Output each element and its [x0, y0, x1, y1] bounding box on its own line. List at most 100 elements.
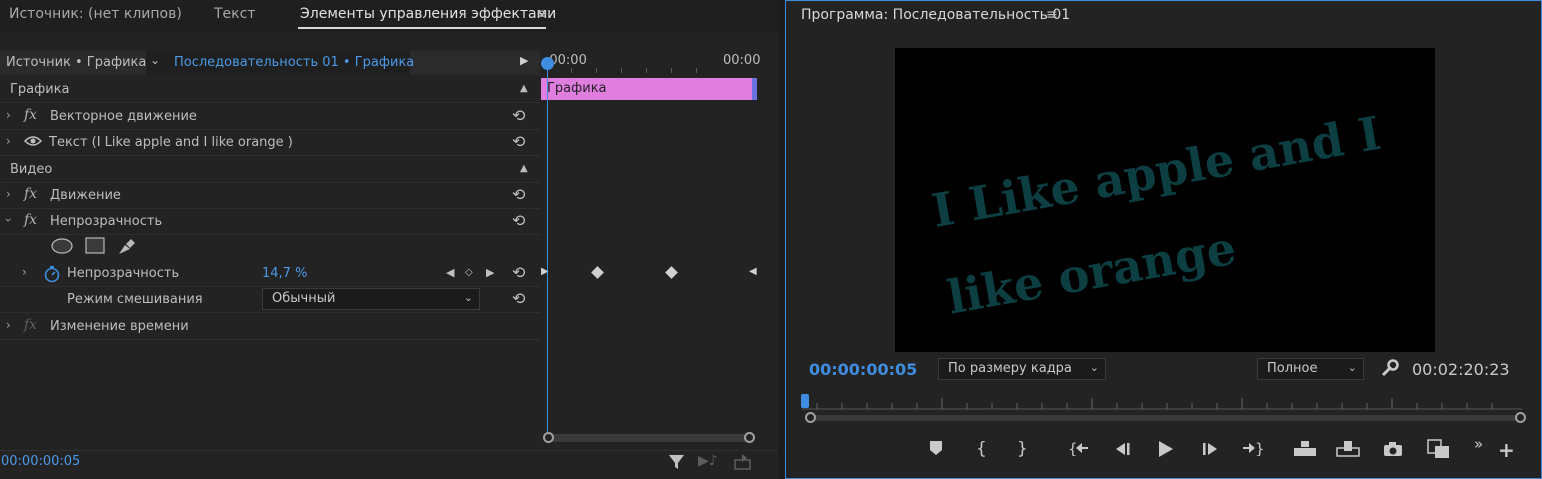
zoom-select-value: По размеру кадра	[948, 361, 1072, 376]
expand-chevron-icon[interactable]: ›	[6, 134, 11, 148]
collapse-caret-icon[interactable]: ▲	[520, 163, 528, 174]
ruler-tick	[671, 68, 672, 73]
playhead-line[interactable]	[547, 61, 548, 439]
scroll-right-handle[interactable]	[1515, 412, 1526, 423]
tab-text[interactable]: Текст	[214, 6, 255, 22]
video-text-overlay: I Like apple and I like orange	[925, 89, 1403, 341]
filter-icon[interactable]	[668, 452, 686, 476]
pen-mask-icon[interactable]	[116, 236, 138, 256]
tab-source[interactable]: Источник: (нет клипов)	[9, 6, 182, 22]
fx-icon[interactable]: fx	[24, 186, 37, 202]
scroll-left-handle[interactable]	[805, 412, 816, 423]
effect-row-text-layer[interactable]: › Текст (I Like apple and I like orange …	[0, 130, 540, 156]
collapse-chevron-icon[interactable]: ›	[1, 218, 15, 223]
video-preview[interactable]: I Like apple and I like orange	[895, 48, 1435, 352]
keyframe-diamond[interactable]	[665, 266, 678, 279]
collapse-caret-icon[interactable]: ▲	[520, 83, 528, 94]
effect-row-time-remap[interactable]: › fx Изменение времени	[0, 314, 540, 340]
eye-icon[interactable]	[23, 134, 43, 152]
ellipse-mask-icon[interactable]	[50, 237, 74, 255]
blend-mode-value: Обычный	[272, 291, 336, 306]
camera-icon[interactable]	[1383, 441, 1403, 461]
fx-icon[interactable]: fx	[24, 107, 37, 123]
time-ruler[interactable]	[802, 398, 1522, 410]
mark-out-icon[interactable]: }	[1017, 439, 1028, 459]
audio-playback-icon[interactable]: ▶♪	[698, 453, 718, 469]
go-to-in-icon[interactable]: {	[1068, 440, 1090, 460]
tab-effect-controls[interactable]: Элементы управления эффектами	[300, 6, 556, 22]
effect-row-motion[interactable]: › fx Движение ⟲	[0, 183, 540, 209]
blend-mode-select[interactable]: Обычный ⌄	[262, 288, 480, 310]
effect-row-vector-motion[interactable]: › fx Векторное движение ⟲	[0, 104, 540, 130]
quality-select[interactable]: Полное ⌄	[1257, 358, 1364, 380]
scroll-right-handle[interactable]	[744, 432, 755, 443]
rectangle-mask-icon[interactable]	[84, 237, 106, 255]
reset-icon[interactable]: ⟲	[512, 132, 525, 151]
reset-icon[interactable]: ⟲	[512, 185, 525, 204]
play-icon[interactable]	[1156, 440, 1174, 462]
program-monitor: Программа: Последовательность 01 ≡ I Lik…	[785, 0, 1542, 479]
expand-chevron-icon[interactable]: ›	[22, 265, 27, 279]
timeline-ruler[interactable]: :00:00 00:00	[541, 51, 760, 75]
panel-menu-icon[interactable]: ≡	[536, 6, 548, 22]
keyframe-end-marker[interactable]: ◀	[749, 266, 757, 277]
effect-timeline[interactable]: :00:00 00:00 Графика ▶ ◀	[541, 51, 760, 451]
more-controls-icon[interactable]: »	[1474, 435, 1483, 453]
panel-footer: 00:00:00:05 ▶♪	[0, 450, 778, 475]
timeline-zoom-scrollbar[interactable]	[545, 434, 755, 442]
step-forward-icon[interactable]	[1201, 441, 1219, 461]
effect-controls-panel: Источник: (нет клипов) Текст Элементы уп…	[0, 0, 778, 479]
ruler-tick	[571, 68, 572, 73]
section-graphics[interactable]: Графика ▲	[0, 77, 540, 103]
next-keyframe-icon[interactable]: ▶	[486, 266, 494, 279]
play-triangle-icon[interactable]: ▶	[520, 54, 528, 67]
expand-chevron-icon[interactable]: ›	[6, 108, 11, 122]
effect-name: Движение	[50, 188, 121, 203]
zoom-select[interactable]: По размеру кадра ⌄	[938, 358, 1106, 380]
monitor-zoom-scrollbar[interactable]	[810, 415, 1520, 421]
effect-name: Текст (I Like apple and I like orange )	[49, 135, 293, 150]
graphic-clip-bar[interactable]: Графика	[541, 78, 757, 100]
reset-icon[interactable]: ⟲	[512, 263, 525, 282]
section-graphics-label: Графика	[10, 82, 70, 97]
effect-row-opacity[interactable]: › fx Непрозрачность ⟲	[0, 209, 540, 235]
fx-icon[interactable]: fx	[24, 317, 37, 333]
chevron-down-icon[interactable]: ⌄	[150, 53, 160, 67]
scroll-left-handle[interactable]	[543, 432, 554, 443]
wrench-icon[interactable]	[1380, 358, 1400, 382]
clip-selector-bar: Источник • Графика ⌄ Последовательность …	[0, 51, 540, 75]
reset-icon[interactable]: ⟲	[512, 289, 525, 308]
opacity-value[interactable]: 14,7 %	[262, 266, 307, 281]
expand-chevron-icon[interactable]: ›	[6, 187, 11, 201]
go-to-out-icon[interactable]: }	[1242, 440, 1265, 460]
source-clip-label[interactable]: Источник • Графика	[6, 55, 146, 70]
footer-timecode[interactable]: 00:00:00:05	[1, 454, 80, 469]
prev-keyframe-icon[interactable]: ◀	[446, 266, 454, 279]
add-keyframe-icon[interactable]: ◇	[465, 267, 473, 278]
reset-icon[interactable]: ⟲	[512, 211, 525, 230]
mark-in-icon[interactable]: {	[976, 439, 987, 459]
button-editor-icon[interactable]: +	[1498, 440, 1515, 460]
export-icon[interactable]	[733, 453, 753, 475]
current-timecode[interactable]: 00:00:00:05	[809, 360, 917, 379]
insert-icon[interactable]	[1293, 439, 1317, 461]
step-back-icon[interactable]	[1114, 441, 1132, 461]
monitor-title[interactable]: Программа: Последовательность 01	[801, 7, 1070, 23]
add-marker-icon[interactable]	[929, 440, 943, 460]
playhead-handle[interactable]	[541, 57, 554, 70]
section-video[interactable]: Видео ▲	[0, 157, 540, 183]
ruler-tick	[621, 68, 622, 73]
overwrite-icon[interactable]	[1336, 439, 1360, 461]
panel-menu-icon[interactable]: ≡	[1046, 7, 1058, 23]
fx-icon[interactable]: fx	[24, 212, 37, 228]
expand-chevron-icon[interactable]: ›	[6, 318, 11, 332]
compare-view-icon[interactable]	[1427, 439, 1451, 463]
monitor-playhead[interactable]	[801, 394, 809, 408]
param-row-opacity[interactable]: › Непрозрачность 14,7 % ◀ ◇ ▶ ⟲	[0, 261, 540, 287]
chevron-down-icon: ⌄	[1347, 361, 1357, 374]
stopwatch-icon[interactable]	[43, 265, 61, 287]
keyframe-diamond[interactable]	[591, 266, 604, 279]
reset-icon[interactable]: ⟲	[512, 106, 525, 125]
clip-end-handle[interactable]	[752, 78, 757, 100]
sequence-clip-label[interactable]: Последовательность 01 • Графика	[174, 55, 414, 70]
